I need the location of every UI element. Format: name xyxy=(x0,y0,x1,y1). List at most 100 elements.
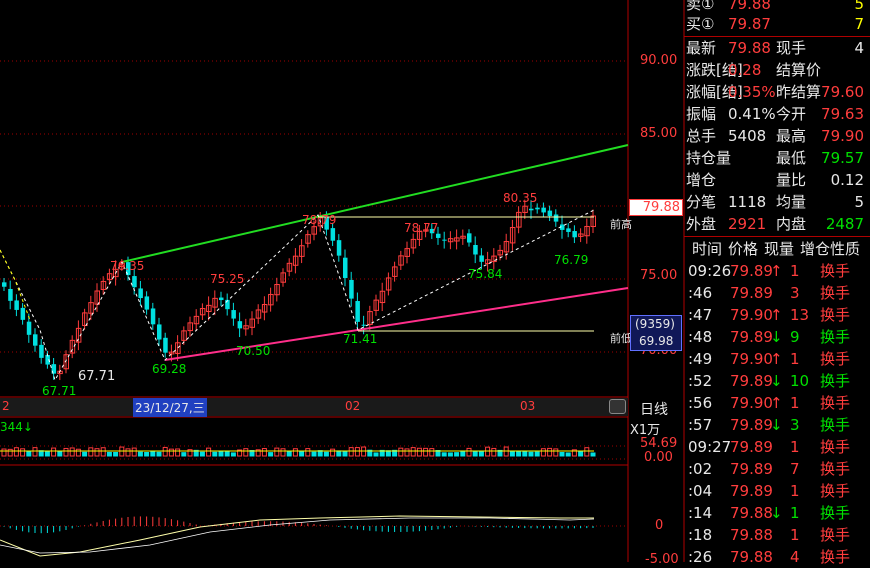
quote-value: 4 xyxy=(854,39,864,57)
candle-body xyxy=(529,208,534,211)
ticks-header-inc: 增仓 xyxy=(800,240,831,258)
volume-bar xyxy=(323,451,329,457)
tick-row[interactable]: :56 79.90 ↑ 1 换手 xyxy=(684,392,870,414)
quote-value: 1118 xyxy=(728,193,767,211)
quote-value: 5 xyxy=(854,193,864,211)
tick-arrow: ↓ xyxy=(770,416,783,434)
volume-bar xyxy=(553,448,559,457)
volume-bar xyxy=(162,446,168,457)
volume-bar xyxy=(1,448,7,457)
volume-bar xyxy=(516,450,522,457)
candle-body xyxy=(219,297,224,301)
volume-bar xyxy=(423,447,429,457)
tick-row[interactable]: :52 79.89 ↓ 10 换手 xyxy=(684,370,870,392)
tick-row[interactable]: :49 79.90 ↑ 1 换手 xyxy=(684,348,870,370)
tick-row[interactable]: :18 79.88 1 换手 xyxy=(684,524,870,546)
volume-bar xyxy=(342,450,348,457)
tick-price: 79.88 xyxy=(730,548,773,566)
tick-row[interactable]: :47 79.90 ↑ 13 换手 xyxy=(684,304,870,326)
tick-nature: 换手 xyxy=(820,350,851,368)
current-price-value: 79.88 xyxy=(642,200,680,215)
candle-body xyxy=(150,308,156,325)
quote-label: 昨结算 xyxy=(776,83,822,101)
volume-bar xyxy=(168,448,174,457)
y-tick-75: 75.00 xyxy=(640,268,678,283)
annot-high-5: 80.35 xyxy=(503,191,538,205)
tick-price: 79.90 xyxy=(730,394,773,412)
candle-body xyxy=(343,257,348,279)
volume-bar xyxy=(286,451,292,457)
quote-label: 振幅 xyxy=(686,105,717,123)
volume-bar xyxy=(590,452,596,457)
volume-bar xyxy=(125,448,131,457)
quote-value: 0.28 xyxy=(728,61,762,79)
volume-bar xyxy=(100,447,106,457)
candle-body xyxy=(163,337,168,353)
quote-row: 外盘 2921 内盘 2487 xyxy=(684,213,870,235)
candle-body xyxy=(442,239,447,241)
candle-body xyxy=(349,279,354,299)
date-label-3: 03 xyxy=(520,399,536,413)
tick-price: 79.90 xyxy=(730,350,773,368)
tick-row[interactable]: :26 79.88 4 换手 xyxy=(684,546,870,568)
buy1-vol: 7 xyxy=(854,15,864,33)
tick-row[interactable]: :46 79.89 3 换手 xyxy=(684,282,870,304)
period-button[interactable]: 日线 xyxy=(640,399,668,419)
volume-bar xyxy=(113,451,119,457)
volume-bar xyxy=(88,447,94,457)
tick-nature: 换手 xyxy=(820,438,851,456)
volume-bar xyxy=(578,450,584,457)
candle-body xyxy=(8,288,13,301)
candlestick-series xyxy=(2,199,596,381)
tick-vol: 13 xyxy=(790,306,810,324)
tick-row[interactable]: :14 79.88 ↓ 1 换手 xyxy=(684,502,870,524)
volume-bar xyxy=(57,450,63,457)
volume-bar xyxy=(292,448,298,457)
volume-bar xyxy=(441,452,447,457)
quote-value: 0.41% xyxy=(728,105,776,123)
candle-body xyxy=(2,282,7,287)
tick-price: 79.88 xyxy=(730,504,773,522)
tick-row[interactable]: :04 79.89 1 换手 xyxy=(684,480,870,502)
volume-bar xyxy=(44,450,50,457)
buy1-row: 买① 79.87 7 xyxy=(684,13,870,35)
candle-body xyxy=(566,228,571,232)
volume-bar xyxy=(181,452,187,457)
quote-label: 现手 xyxy=(776,39,807,57)
scroll-toggle-button[interactable] xyxy=(609,399,626,414)
volume-bar xyxy=(447,452,453,457)
tick-row[interactable]: 09:26 79.89 ↑ 1 换手 xyxy=(684,260,870,282)
volume-bar xyxy=(373,452,379,457)
quote-value: 0.35% xyxy=(728,83,776,101)
annot-high-3: 78.79 xyxy=(302,213,337,227)
volume-bar xyxy=(175,448,181,457)
tick-row[interactable]: :48 79.89 ↓ 9 换手 xyxy=(684,326,870,348)
candle-body xyxy=(39,344,44,358)
quote-label: 持仓量 xyxy=(686,149,732,167)
volume-bar xyxy=(478,450,484,457)
volume-bar xyxy=(540,448,546,457)
quote-label: 内盘 xyxy=(776,215,807,233)
tick-row[interactable]: 09:27 79.89 1 换手 xyxy=(684,436,870,458)
volume-bar xyxy=(137,451,143,457)
lower-channel-line xyxy=(164,287,629,361)
annot-high-4: 78.77 xyxy=(404,221,439,235)
tick-row[interactable]: :02 79.89 7 换手 xyxy=(684,458,870,480)
candle-body xyxy=(157,324,162,340)
tick-nature: 换手 xyxy=(820,416,851,434)
quote-value: 79.57 xyxy=(821,149,864,167)
volume-bar xyxy=(13,447,19,457)
volume-bar xyxy=(466,447,472,457)
quote-label: 结算价 xyxy=(776,61,822,79)
volume-bar xyxy=(528,451,534,457)
volume-bar xyxy=(280,448,286,457)
tick-row[interactable]: :57 79.89 ↓ 3 换手 xyxy=(684,414,870,436)
candle-body xyxy=(355,301,360,322)
volume-bar xyxy=(454,452,460,457)
volume-bars xyxy=(0,446,596,457)
candle-body xyxy=(535,207,540,210)
tick-time: :02 xyxy=(688,460,713,478)
annot-low-6: 75.84 xyxy=(468,267,503,281)
quote-row: 总手 5408 最高 79.90 xyxy=(684,125,870,147)
volume-bar xyxy=(199,451,205,457)
